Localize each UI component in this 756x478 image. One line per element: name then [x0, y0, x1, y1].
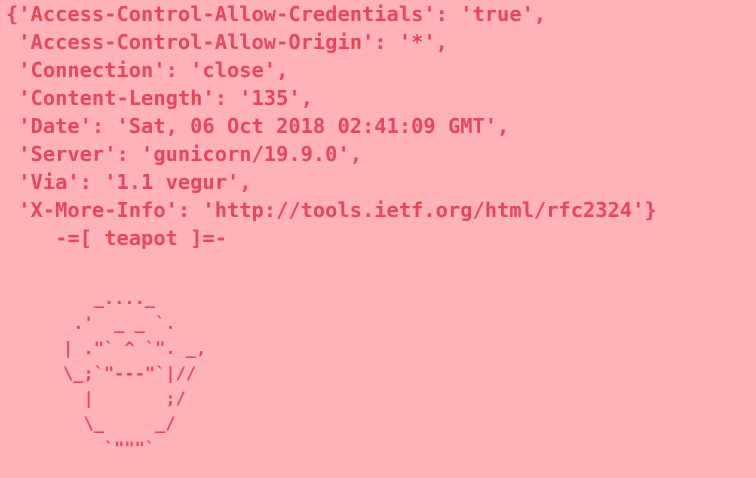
header-line-content-length: 'Content-Length': '135', — [6, 86, 313, 110]
teapot-art-line: \_ _/ — [63, 414, 176, 434]
teapot-art-line: .' _ _ `. — [63, 314, 176, 334]
teapot-title: -=[ teapot ]=- — [6, 226, 227, 250]
header-line-credentials: {'Access-Control-Allow-Credentials': 'tr… — [6, 2, 547, 26]
header-line-via: 'Via': '1.1 vegur', — [6, 170, 252, 194]
teapot-art-line: `"""` — [63, 439, 156, 459]
teapot-art-line: \_;`"---"`|// — [63, 364, 197, 384]
teapot-ascii-art: _...._ .' _ _ `. | ."` ^ `". _, \_;`"---… — [63, 287, 206, 462]
teapot-art-line: | ."` ^ `". _, — [63, 339, 207, 359]
header-line-date: 'Date': 'Sat, 06 Oct 2018 02:41:09 GMT', — [6, 114, 510, 138]
header-line-server: 'Server': 'gunicorn/19.9.0', — [6, 142, 363, 166]
teapot-art-line: _...._ — [63, 289, 156, 309]
terminal-output: {'Access-Control-Allow-Credentials': 'tr… — [0, 0, 756, 478]
header-line-more-info: 'X-More-Info': 'http://tools.ietf.org/ht… — [6, 198, 657, 222]
header-line-origin: 'Access-Control-Allow-Origin': '*', — [6, 30, 448, 54]
header-line-connection: 'Connection': 'close', — [6, 58, 289, 82]
teapot-art-line: | ;/ — [63, 389, 186, 409]
